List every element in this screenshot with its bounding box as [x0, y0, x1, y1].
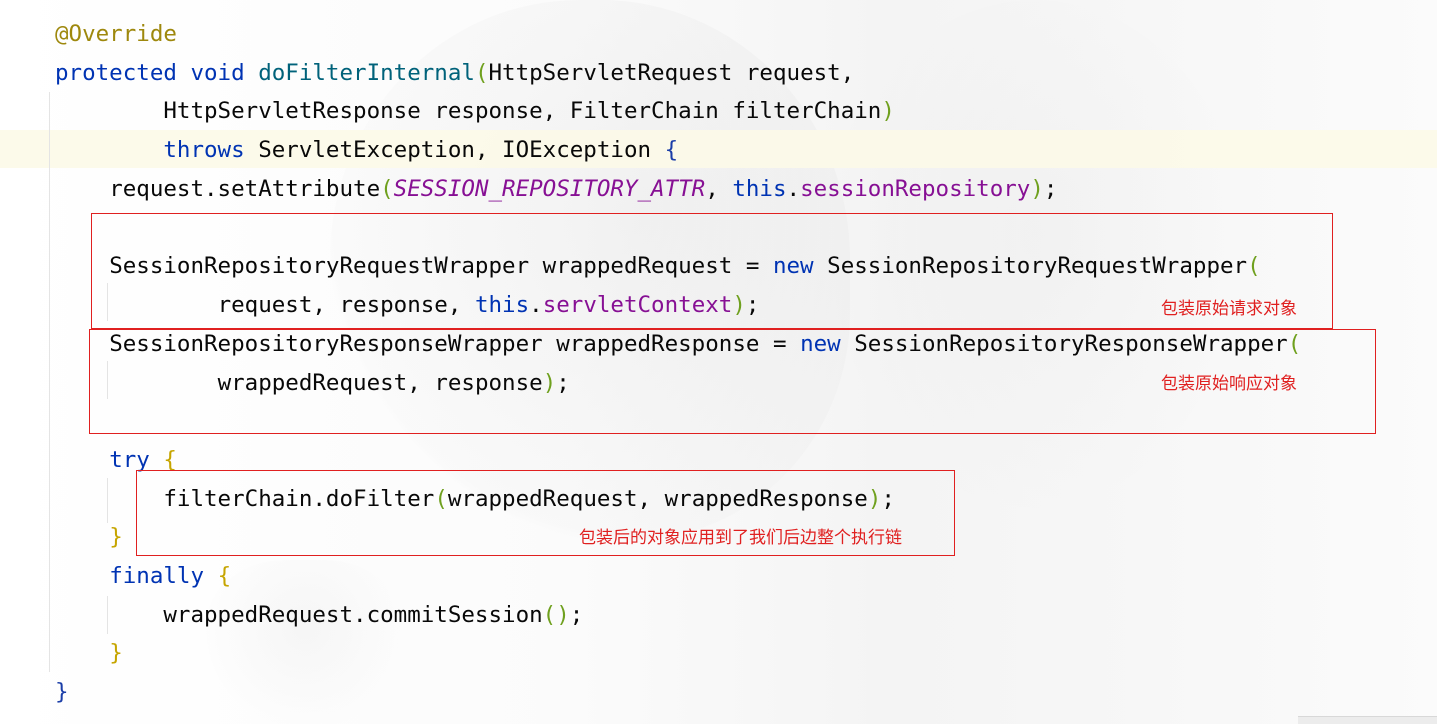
exception-list: ServletException, IOException: [258, 137, 652, 163]
keyword: void: [190, 60, 245, 86]
keyword: throws: [163, 137, 245, 163]
method-call: wrappedRequest.commitSession: [163, 602, 543, 628]
indent-guide: [49, 92, 50, 672]
code-line-15[interactable]: finally {: [55, 557, 231, 596]
note-wrap-request: 包装原始请求对象: [1161, 299, 1297, 319]
method-name: doFilterInternal: [258, 60, 475, 86]
code-line-14[interactable]: }: [55, 518, 123, 557]
background-photo-hand: [205, 560, 405, 724]
constant: SESSION_REPOSITORY_ATTR: [393, 176, 706, 202]
param-name: request: [745, 60, 841, 86]
code-line-2[interactable]: protected void doFilterInternal(HttpServ…: [55, 54, 854, 93]
keyword: this: [732, 176, 787, 202]
code-line-16[interactable]: wrappedRequest.commitSession();: [55, 596, 583, 635]
note-apply-chain: 包装后的对象应用到了我们后边整个执行链: [579, 528, 902, 548]
code-line-4[interactable]: throws ServletException, IOException {: [55, 131, 678, 170]
type-name: HttpServletResponse: [163, 98, 421, 124]
code-line-18[interactable]: }: [55, 673, 69, 712]
status-strip: [1298, 716, 1437, 724]
field-name: sessionRepository: [800, 176, 1031, 202]
keyword: protected: [55, 60, 177, 86]
code-line-1[interactable]: @Override: [55, 15, 177, 54]
param-name: response: [434, 98, 543, 124]
highlight-box-request: [91, 213, 1333, 329]
param-name: filterChain: [732, 98, 882, 124]
keyword: finally: [109, 563, 205, 589]
code-editor[interactable]: @Override protected void doFilterInterna…: [0, 0, 1437, 724]
code-line-5[interactable]: request.setAttribute(SESSION_REPOSITORY_…: [55, 170, 1057, 209]
type-name: FilterChain: [569, 98, 719, 124]
method-call: request.setAttribute: [109, 176, 381, 202]
note-wrap-response: 包装原始响应对象: [1161, 374, 1297, 394]
code-line-17[interactable]: }: [55, 634, 123, 673]
type-name: HttpServletRequest: [488, 60, 733, 86]
code-line-3[interactable]: HttpServletResponse response, FilterChai…: [55, 92, 895, 131]
annotation-override: @Override: [55, 21, 177, 47]
